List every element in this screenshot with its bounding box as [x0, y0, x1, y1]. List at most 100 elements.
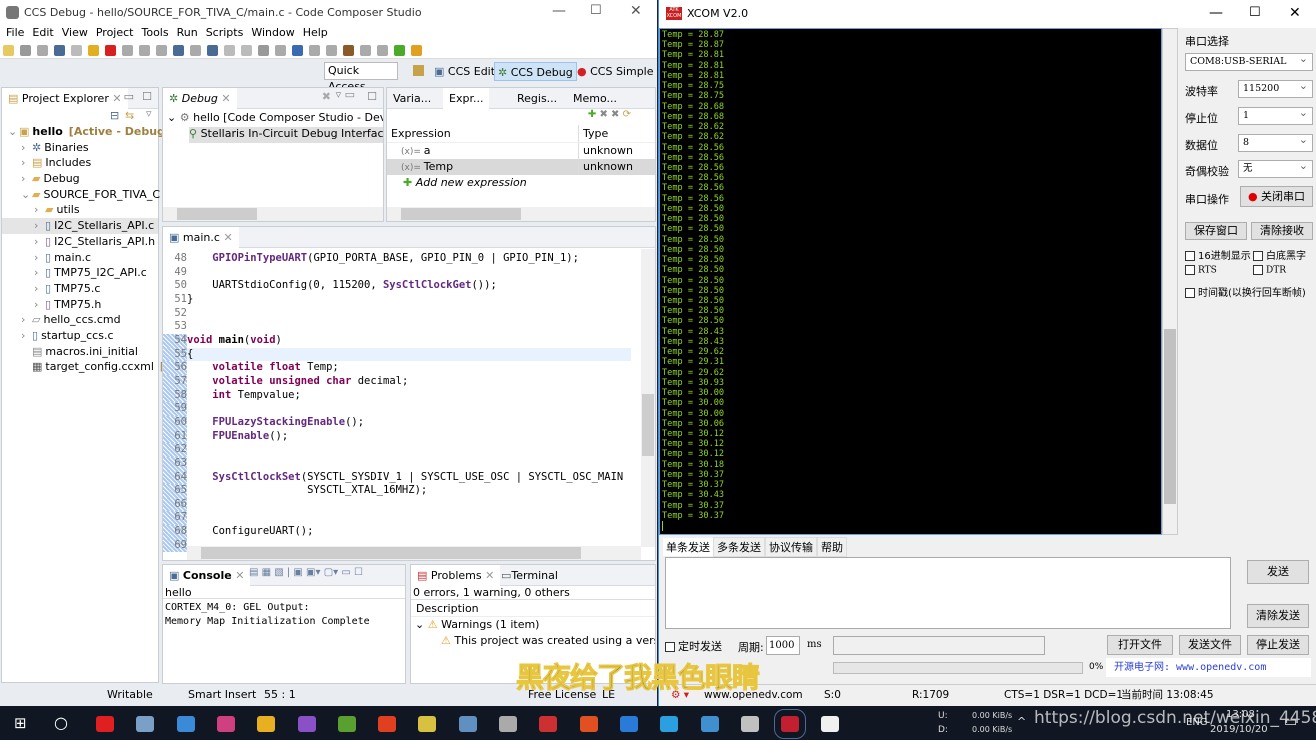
tab-problems[interactable]: ▤ Problems ✕ [411, 565, 501, 586]
taskbar-app-icon[interactable] [216, 716, 235, 732]
maximize-button[interactable]: ☐ [590, 3, 602, 18]
code-editor[interactable]: 48 GPIOPinTypeUART(GPIO_PORTA_BASE, GPIO… [163, 248, 631, 553]
tree-item[interactable]: › ▯ main.c [2, 250, 158, 266]
clear-receive-button[interactable]: 清除接收 [1251, 222, 1313, 240]
taskbar-app-icon[interactable] [499, 716, 517, 732]
disable-breakpoint-icon[interactable] [241, 45, 252, 56]
databits-select[interactable]: 8 [1238, 132, 1313, 152]
tree-item[interactable]: › ▰ utils [2, 202, 158, 218]
editor-hscrollbar[interactable] [187, 546, 641, 560]
warning-item[interactable]: ⚠ This project was created using a versi… [411, 633, 655, 649]
file-path-field[interactable] [833, 636, 1045, 655]
menu-file[interactable]: File [6, 26, 24, 39]
send-file-button[interactable]: 发送文件 [1179, 635, 1241, 655]
parity-select[interactable]: 无 [1238, 158, 1313, 178]
tree-item[interactable]: ⌄ ▰ SOURCE_FOR_TIVA_C [2, 187, 160, 203]
chevron-right-icon[interactable]: › [34, 234, 45, 250]
chevron-right-icon[interactable]: › [34, 281, 45, 297]
taskbar-app-icon[interactable] [297, 716, 316, 732]
taskbar-app-icon[interactable] [458, 716, 477, 732]
chevron-right-icon[interactable]: › [34, 265, 45, 281]
chevron-right-icon[interactable]: › [21, 155, 32, 171]
debug-config-icon[interactable] [394, 45, 405, 56]
tree-item[interactable]: ▤ macros.ini_initial [2, 344, 158, 360]
debug-icon[interactable] [54, 45, 65, 56]
column-description[interactable]: Description [411, 600, 655, 617]
terminate-icon[interactable] [105, 45, 116, 56]
chevron-right-icon[interactable]: › [21, 328, 32, 344]
external-tools-icon[interactable] [411, 45, 422, 56]
view-menu-icon[interactable]: ▿ [146, 107, 152, 120]
baud-select[interactable]: 115200 [1238, 78, 1313, 98]
taskbar-app-icon[interactable] [700, 716, 719, 732]
search-circle-icon[interactable]: ○ [54, 713, 68, 732]
save-all-icon[interactable] [37, 45, 48, 56]
tab-console[interactable]: ▣ Console ✕ [163, 565, 251, 586]
taskbar-app-icon[interactable] [136, 716, 155, 732]
console-toolbar-icons[interactable]: ▤ ▦ ▧ | ▣ ▣▾ ▢▾ ▭ ☐ [249, 567, 363, 578]
menu-edit[interactable]: Edit [32, 26, 53, 39]
terminal-vscrollbar[interactable] [1162, 28, 1178, 535]
openedv-link[interactable]: 开源电子网: www.openedv.com [1106, 658, 1311, 677]
tree-item[interactable]: › ▯ TMP75.c [2, 281, 158, 297]
tree-item[interactable]: › ▯ startup_ccs.c [2, 328, 158, 344]
new-icon[interactable] [3, 45, 14, 56]
tree-item[interactable]: ▦target_config.ccxml[A [2, 359, 172, 375]
close-port-button[interactable]: ● 关闭串口 [1240, 186, 1313, 207]
open-file-button[interactable]: 打开文件 [1107, 635, 1173, 655]
tab-main-c[interactable]: ▣ main.c ✕ [163, 227, 239, 248]
debug-session[interactable]: ⌄ ⚙ hello [Code Composer Studio - Device [167, 111, 383, 127]
remove-icon[interactable]: ✖ [599, 109, 607, 120]
chevron-right-icon[interactable]: › [21, 140, 32, 156]
hex-display-checkbox[interactable]: 16进制显示 [1185, 247, 1251, 262]
save-window-button[interactable]: 保存窗口 [1185, 222, 1247, 240]
chevron-down-icon[interactable]: ⌄ [21, 187, 32, 203]
tab-view-1[interactable]: Expr... [443, 88, 490, 109]
quick-access-input[interactable]: Quick Access [324, 62, 398, 93]
tree-item[interactable]: › ▯ I2C_Stellaris_API.h [2, 234, 158, 250]
tab-view-2[interactable]: Regis... [511, 88, 563, 109]
load-program-icon[interactable] [207, 45, 218, 56]
remove-terminated-icon[interactable]: ✖ [322, 90, 331, 103]
tab-view-3[interactable]: Memo... [567, 88, 623, 109]
taskbar-app-icon[interactable] [539, 716, 558, 732]
tab-view-0[interactable]: Varia... [387, 88, 437, 109]
taskbar-app-icon[interactable] [337, 716, 356, 732]
xcom-maximize-button[interactable]: ☐ [1249, 5, 1261, 20]
tree-item[interactable]: › ▤ Includes [2, 155, 158, 171]
add-new-expression[interactable]: ✚ Add new expression [387, 175, 655, 191]
debug-hscrollbar[interactable] [163, 207, 383, 221]
maximize-view-icon[interactable]: ☐ [367, 90, 377, 103]
step-into-icon[interactable] [122, 45, 133, 56]
close-button[interactable]: ✕ [630, 3, 642, 19]
editor-vscrollbar[interactable] [641, 249, 655, 547]
taskbar-app-icon[interactable] [774, 709, 807, 739]
resume-icon[interactable] [71, 45, 82, 56]
tree-item[interactable]: › ▯ TMP75.h [2, 297, 158, 313]
chevron-down-icon[interactable]: ⌄ [8, 124, 19, 140]
collapse-all-icon[interactable]: ⊟ [110, 109, 119, 122]
maximize-view-icon[interactable]: ☐ [142, 90, 152, 103]
search-icon[interactable] [377, 45, 388, 56]
column-type[interactable]: Type [579, 125, 608, 142]
run-icon[interactable] [292, 45, 303, 56]
minimize-view-icon[interactable]: ▭ [124, 90, 134, 103]
save-icon[interactable] [20, 45, 31, 56]
chevron-right-icon[interactable]: › [34, 250, 45, 266]
taskbar-app-icon[interactable] [176, 716, 195, 732]
taskbar-app-icon[interactable] [740, 716, 759, 732]
link-editor-icon[interactable]: ⇆ [125, 109, 134, 122]
suspend-icon[interactable] [88, 45, 99, 56]
xcom-close-button[interactable]: ✕ [1289, 5, 1301, 21]
memory-icon[interactable] [360, 45, 371, 56]
menu-scripts[interactable]: Scripts [206, 26, 244, 39]
windows-start-icon[interactable]: ⊞ [14, 714, 27, 732]
taskbar-app-icon[interactable] [96, 716, 114, 732]
dtr-checkbox[interactable]: DTR [1253, 265, 1286, 276]
tree-item[interactable]: › ▯ I2C_Stellaris_API.c [2, 218, 158, 234]
remove-all-icon[interactable]: ✖ [611, 109, 619, 120]
menu-project[interactable]: Project [96, 26, 134, 39]
expression-row[interactable]: (x)= a unknown [387, 143, 655, 159]
tab-debug[interactable]: ✲ Debug ✕ [163, 88, 237, 109]
open-perspective-icon[interactable] [413, 65, 424, 76]
